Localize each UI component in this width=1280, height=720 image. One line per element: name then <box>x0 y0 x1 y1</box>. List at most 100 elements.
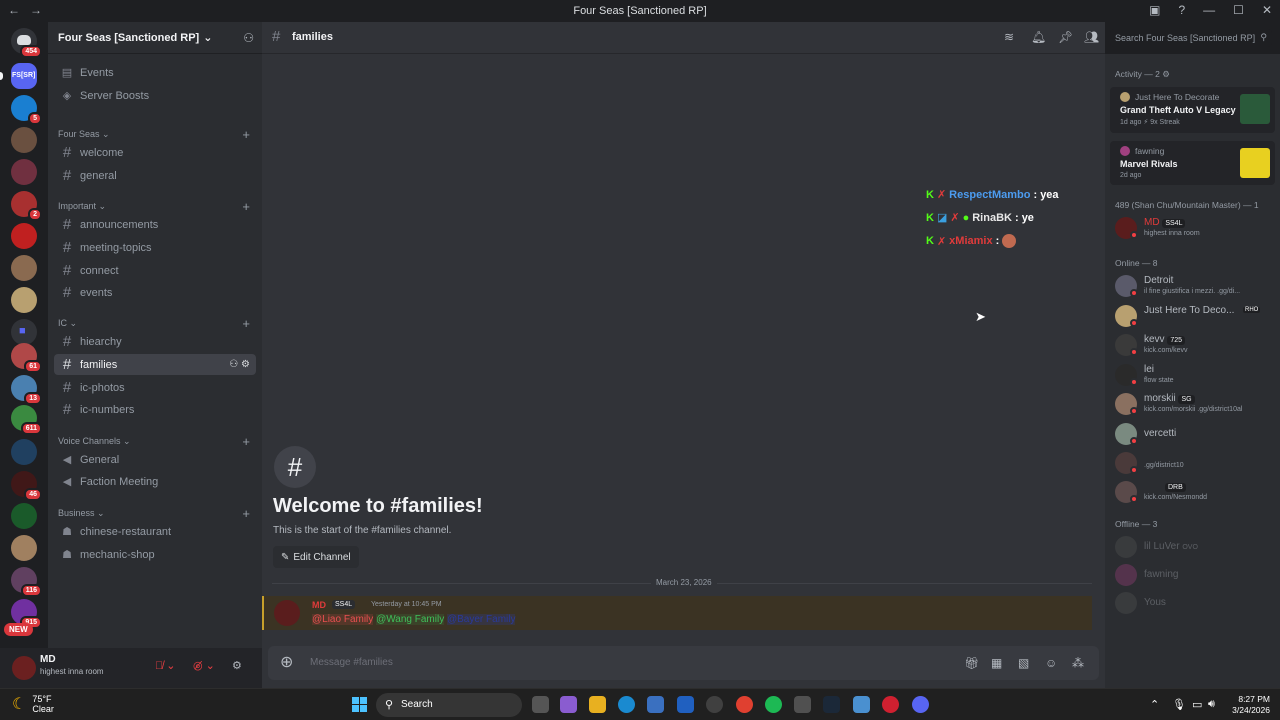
add-channel-icon[interactable]: + <box>242 199 250 214</box>
weather-widget[interactable]: ☾ 75°F Clear <box>12 694 54 714</box>
deafen-icon[interactable]: ◎̸ ⌄ <box>193 659 215 672</box>
user-settings-gear-icon[interactable]: ⚙ <box>232 659 242 672</box>
mute-mic-icon[interactable]: 🎙̸ ⌄ <box>155 659 176 672</box>
server-icon-7[interactable] <box>11 255 37 281</box>
server-icon-6[interactable] <box>11 223 37 249</box>
member-item[interactable]: fawning <box>1115 562 1275 590</box>
server-icon-15[interactable]: 46 <box>11 471 42 501</box>
server-icon-8[interactable] <box>11 287 37 313</box>
channel-ic-numbers[interactable]: # ic-numbers <box>54 399 256 420</box>
attach-plus-icon[interactable]: ⊕ <box>280 652 293 672</box>
discord-icon[interactable] <box>912 696 929 713</box>
add-channel-icon[interactable]: + <box>242 434 250 449</box>
emoji-picker-icon[interactable]: ☺ <box>1045 656 1057 670</box>
edge-icon[interactable] <box>618 696 635 713</box>
channel-announcements[interactable]: # announcements <box>54 214 256 235</box>
member-item[interactable]: Yous <box>1115 590 1275 618</box>
member-md[interactable]: MD SS4L highest inna room <box>1115 215 1275 243</box>
create-invite-icon[interactable]: ⚇ <box>229 359 238 370</box>
channel-families[interactable]: # families ⚇ ⚙ <box>54 354 256 375</box>
opera-gx-icon[interactable] <box>882 696 899 713</box>
file-explorer-icon[interactable] <box>589 696 606 713</box>
minimize-button[interactable]: — <box>1203 3 1215 17</box>
channel-hiearchy[interactable]: # hiearchy <box>54 331 256 352</box>
server-icon-3[interactable] <box>11 127 37 153</box>
xbox-icon[interactable] <box>794 696 811 713</box>
role-mention[interactable]: @Liao Family <box>312 614 374 625</box>
member-item[interactable]: lei flow state <box>1115 362 1275 390</box>
avatar[interactable] <box>12 656 36 680</box>
server-icon-16[interactable] <box>11 503 37 529</box>
role-mention[interactable]: @Bayer Family <box>446 614 516 625</box>
member-item[interactable]: kevv 725 kick.com/kevv <box>1115 332 1275 360</box>
channel-mechanic-shop[interactable]: ☗ mechanic-shop <box>54 544 256 565</box>
channel-ic-photos[interactable]: # ic-photos <box>54 377 256 398</box>
store-icon[interactable] <box>647 696 664 713</box>
server-icon-13[interactable]: 611 <box>11 405 42 435</box>
steam-icon[interactable] <box>823 696 840 713</box>
category-important[interactable]: Important ⌄ + <box>58 199 254 214</box>
start-button[interactable] <box>352 697 368 713</box>
microphone-icon[interactable]: 🎙︎ <box>1172 698 1186 711</box>
help-icon[interactable]: ? <box>1178 3 1185 17</box>
network-icon[interactable]: ▭ <box>1192 698 1202 711</box>
member-item[interactable]: Just Here To Deco... RHO <box>1115 303 1275 331</box>
new-badge[interactable]: NEW <box>4 623 33 636</box>
gear-icon[interactable]: ⚙ <box>241 359 250 370</box>
task-view-icon[interactable] <box>532 696 549 713</box>
sticker-icon[interactable]: ▧ <box>1018 656 1029 670</box>
message-input[interactable]: Message #families <box>310 657 393 668</box>
invite-icon[interactable]: ⚇ <box>243 31 254 45</box>
channel-chinese-restaurant[interactable]: ☗ chinese-restaurant <box>54 521 256 542</box>
member-item[interactable]: vercetti <box>1115 421 1275 449</box>
server-icon-5[interactable]: 2 <box>11 191 42 221</box>
close-button[interactable]: ✕ <box>1262 3 1272 17</box>
edit-channel-button[interactable]: ✎ Edit Channel <box>273 546 359 568</box>
category-business[interactable]: Business ⌄ + <box>58 506 254 521</box>
voice-faction-meeting[interactable]: ◀ Faction Meeting <box>54 471 256 492</box>
spotify-icon[interactable] <box>765 696 782 713</box>
member-item[interactable]: morskii SG kick.com/morskii .gg/district1… <box>1115 391 1275 419</box>
direct-messages-icon[interactable]: 454 <box>11 28 42 58</box>
add-channel-icon[interactable]: + <box>242 506 250 521</box>
server-icon-14[interactable] <box>11 439 37 465</box>
gear-icon[interactable]: ⚙ <box>1162 69 1170 79</box>
system-clock[interactable]: 8:27 PM 3/24/2026 <box>1224 694 1270 716</box>
maximize-button[interactable]: ☐ <box>1233 3 1244 17</box>
server-icon-2[interactable]: 5 <box>11 95 42 125</box>
avatar[interactable] <box>274 600 300 626</box>
server-icon-17[interactable] <box>11 535 37 561</box>
threads-icon[interactable]: ≋ <box>1004 30 1014 44</box>
channel-events[interactable]: # events <box>54 282 256 303</box>
gift-icon[interactable]: 🎁︎ <box>964 656 979 670</box>
server-boosts-item[interactable]: ◈ Server Boosts <box>54 85 256 106</box>
role-mention[interactable]: @Wang Family <box>376 614 445 625</box>
taskbar-search[interactable]: ⚲ Search <box>376 693 522 717</box>
member-item[interactable]: DRB kick.com/Nesmondd <box>1115 479 1275 507</box>
copilot-icon[interactable] <box>560 696 577 713</box>
server-four-seas[interactable]: FS[SR] <box>0 63 37 89</box>
activity-card[interactable]: fawning Marvel Rivals 2d ago <box>1110 141 1275 185</box>
member-item[interactable]: lil LuVer OVO <box>1115 534 1275 562</box>
member-item[interactable]: Detroit il fine giustifica i mezzi. .gg/d… <box>1115 273 1275 301</box>
server-header[interactable]: Four Seas [Sanctioned RP] ⌄ ⚇ <box>48 22 262 54</box>
channel-connect[interactable]: # connect <box>54 260 256 281</box>
member-list-icon[interactable]: 👥︎ <box>1084 30 1099 44</box>
search-input[interactable]: Search Four Seas [Sanctioned RP] ⚲ <box>1110 29 1272 47</box>
outlook-icon[interactable] <box>677 696 694 713</box>
message-author[interactable]: MD <box>312 600 326 610</box>
category-ic[interactable]: IC ⌄ + <box>58 316 254 331</box>
channel-welcome[interactable]: # welcome <box>54 142 256 163</box>
category-voice[interactable]: Voice Channels ⌄ + <box>58 434 254 449</box>
category-four-seas[interactable]: Four Seas ⌄ + <box>58 127 254 142</box>
server-icon-12[interactable]: 13 <box>11 375 42 405</box>
gif-icon[interactable]: ▦ <box>991 656 1002 670</box>
folder-icon[interactable]: ■ <box>11 319 37 345</box>
add-channel-icon[interactable]: + <box>242 127 250 142</box>
server-icon-4[interactable] <box>11 159 37 185</box>
app-icon[interactable] <box>706 696 723 713</box>
events-item[interactable]: ▤ Events <box>54 62 256 83</box>
chevron-up-icon[interactable]: ⌃ <box>1150 698 1159 711</box>
volume-icon[interactable]: 🔊︎ <box>1208 698 1215 711</box>
pin-icon[interactable]: 📌︎ <box>1058 30 1073 44</box>
